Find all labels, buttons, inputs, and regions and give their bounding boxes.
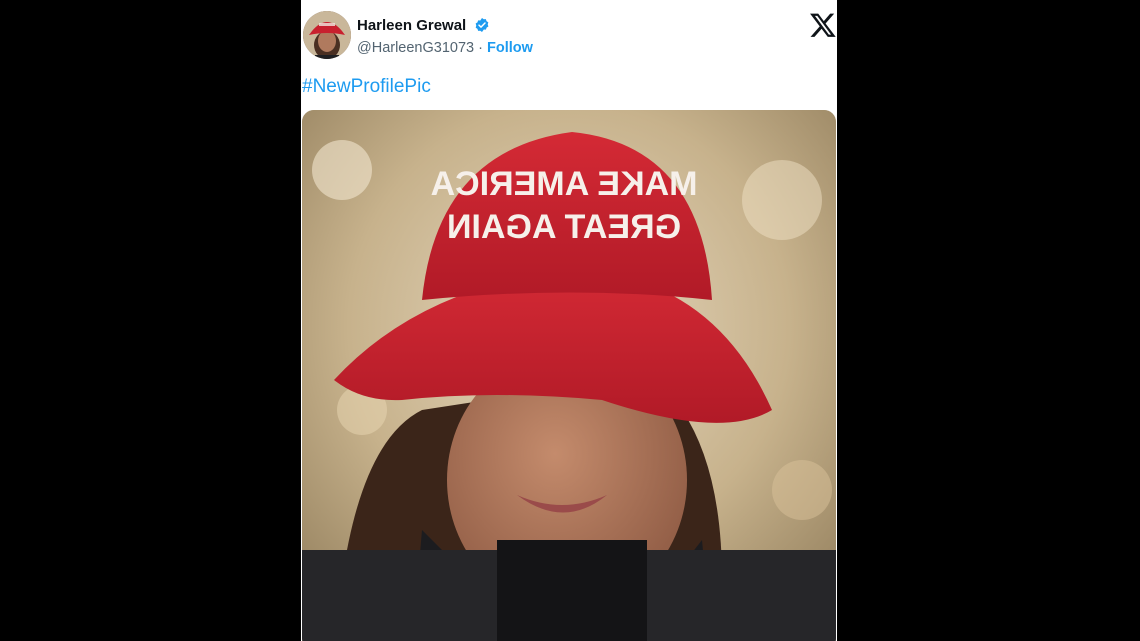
hat-text-line1: MAKE AMERICA — [431, 165, 698, 203]
tweet-photo[interactable]: MAKE AMERICA GREAT AGAIN — [302, 110, 836, 641]
hat-text-line2: GREAT AGAIN — [447, 208, 681, 246]
author-display-name[interactable]: Harleen Grewal — [357, 17, 466, 34]
x-logo-icon[interactable] — [809, 11, 837, 39]
separator: · — [478, 40, 483, 56]
photo-image: MAKE AMERICA GREAT AGAIN — [302, 110, 836, 641]
avatar-image — [303, 11, 351, 59]
follow-button[interactable]: Follow — [487, 40, 533, 56]
avatar[interactable] — [303, 11, 351, 59]
handle-row: @HarleenG31073 · Follow — [357, 40, 533, 56]
author-name[interactable]: Harleen Grewal — [357, 17, 490, 34]
tweet-card: Harleen Grewal @HarleenG31073 · Follow #… — [301, 0, 837, 641]
author-handle[interactable]: @HarleenG31073 — [357, 40, 474, 56]
verified-badge-icon — [476, 18, 489, 32]
tweet-hashtag[interactable]: #NewProfilePic — [302, 76, 431, 98]
